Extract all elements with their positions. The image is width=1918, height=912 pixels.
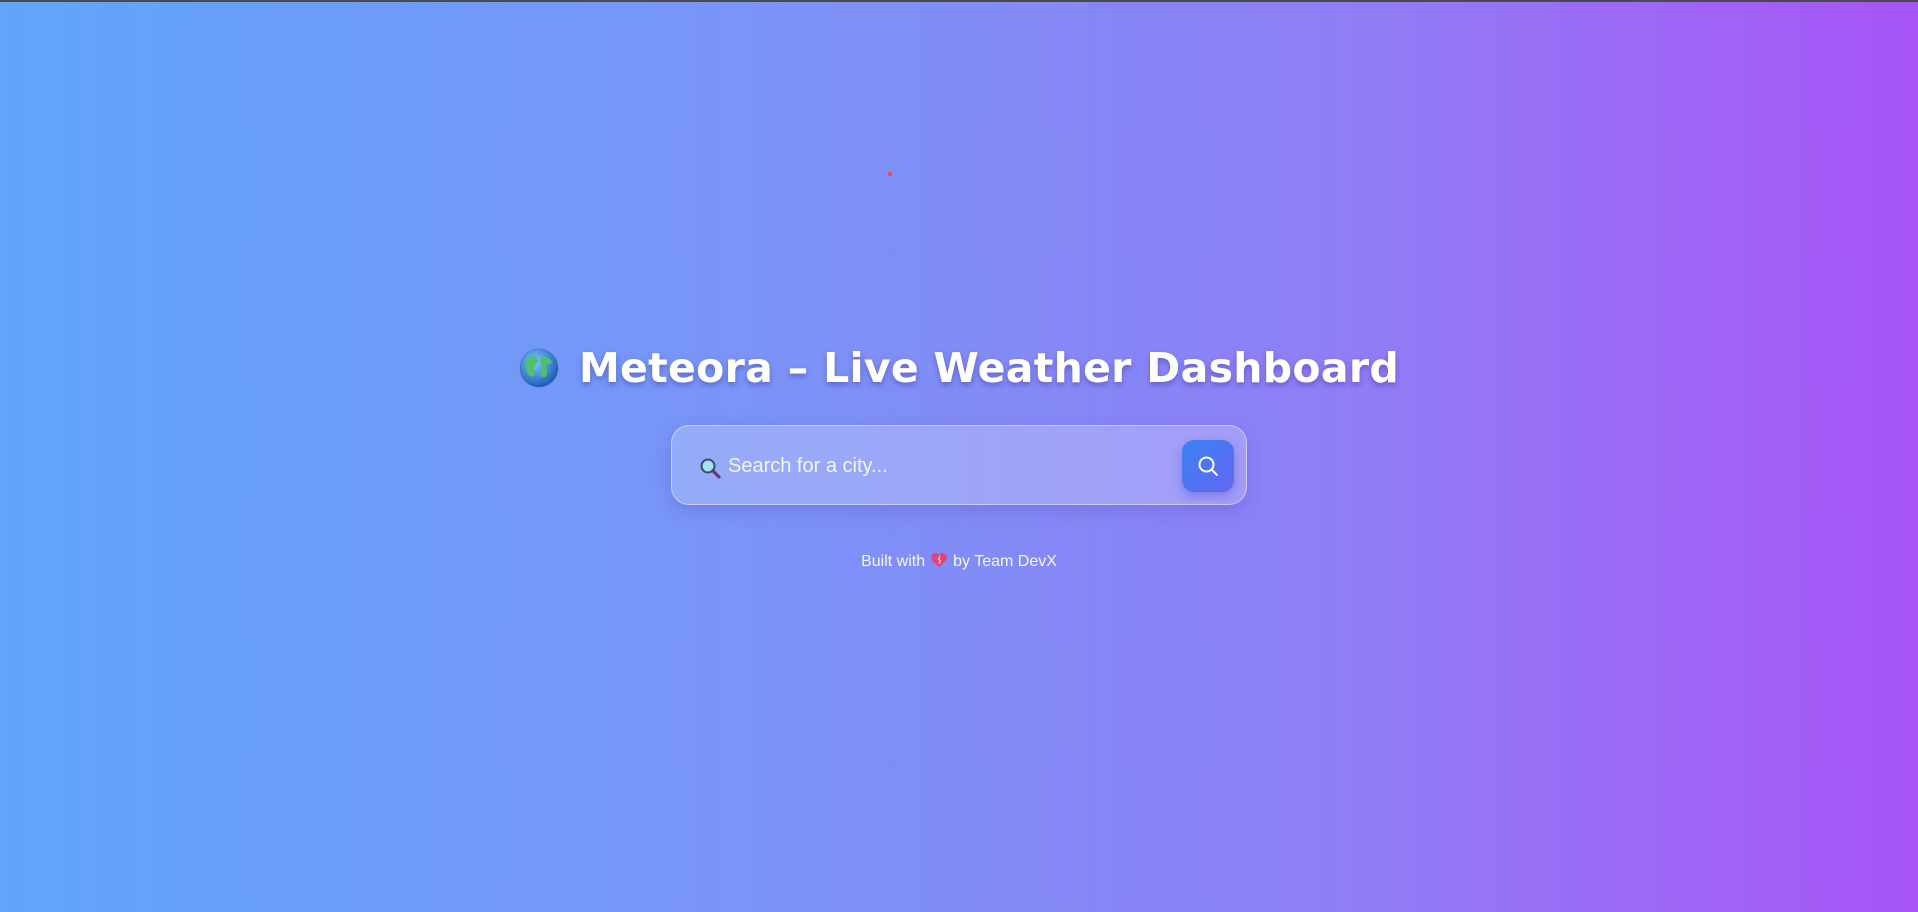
magnifier-icon <box>700 458 721 479</box>
window-top-border <box>0 0 1918 2</box>
red-dot-marker <box>888 172 892 176</box>
footer-credit: Built with by Team DevX <box>0 552 1918 572</box>
page-title: Meteora – Live Weather Dashboard <box>0 336 1918 400</box>
footer-prefix: Built with <box>861 553 926 570</box>
search-icon <box>1198 456 1218 476</box>
footer-suffix: by Team DevX <box>953 553 1057 570</box>
city-search-input[interactable] <box>728 446 1148 486</box>
heart-icon <box>931 553 948 567</box>
globe-icon <box>519 348 559 388</box>
search-button[interactable] <box>1182 440 1234 492</box>
page-title-text: Meteora – Live Weather Dashboard <box>578 344 1400 392</box>
city-search-bar <box>671 425 1247 505</box>
